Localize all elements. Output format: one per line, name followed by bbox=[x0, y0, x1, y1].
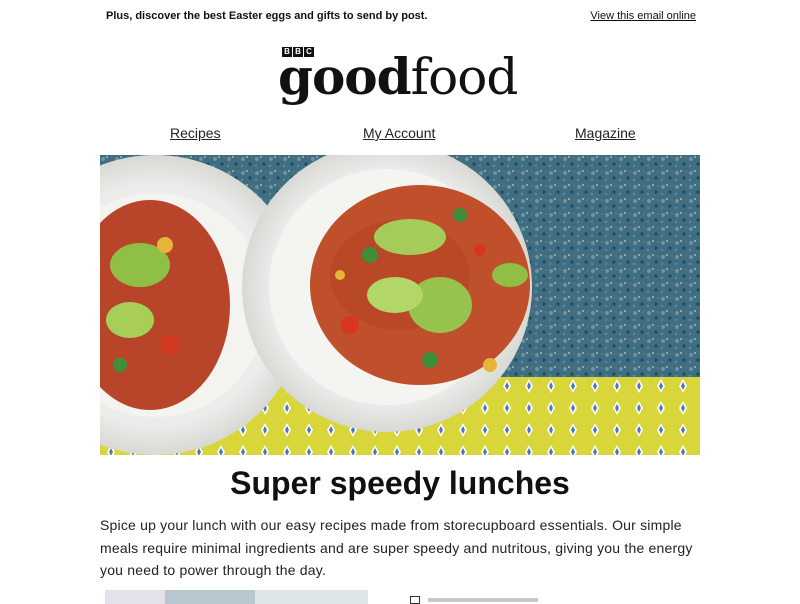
goodfood-logo[interactable]: B B C goodfood bbox=[278, 45, 522, 110]
recipe-list-item[interactable] bbox=[410, 596, 700, 604]
recipe-thumbnail[interactable] bbox=[105, 590, 368, 604]
logo-wordmark: goodfood bbox=[278, 47, 519, 107]
view-online-link[interactable]: View this email online bbox=[590, 10, 696, 22]
article-title: Super speedy lunches bbox=[230, 465, 570, 501]
main-nav: Recipes My Account Magazine bbox=[100, 125, 700, 145]
list-item-line bbox=[428, 598, 538, 602]
checkbox-icon bbox=[410, 596, 420, 604]
nav-my-account[interactable]: My Account bbox=[363, 125, 435, 141]
logo-food: food bbox=[410, 48, 519, 106]
preheader: Plus, discover the best Easter eggs and … bbox=[106, 10, 696, 24]
hero-image[interactable] bbox=[100, 155, 700, 455]
logo-good: good bbox=[278, 47, 412, 106]
article-body: Spice up your lunch with our easy recipe… bbox=[100, 517, 693, 578]
nav-recipes[interactable]: Recipes bbox=[170, 125, 221, 141]
preheader-text: Plus, discover the best Easter eggs and … bbox=[106, 10, 428, 22]
nav-magazine[interactable]: Magazine bbox=[575, 125, 636, 141]
